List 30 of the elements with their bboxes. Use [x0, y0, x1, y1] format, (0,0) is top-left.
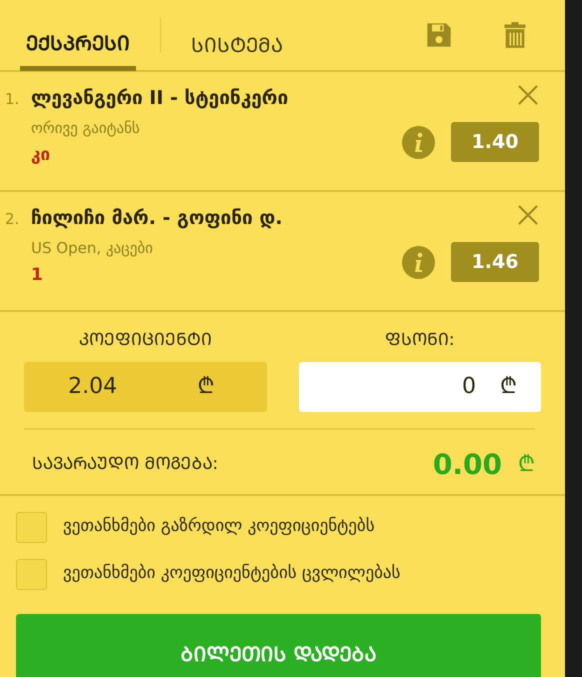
save-icon[interactable]: [425, 21, 453, 49]
market-name: ორივე გაიტანს: [31, 118, 141, 138]
stake-field[interactable]: 0 ₾: [298, 362, 541, 412]
potential-win-label: ᲡᲐᲕᲐᲠᲐᲣᲓᲝ ᲛᲝᲒᲔᲑᲐ:: [32, 452, 218, 476]
match-title: ლევანგერი II - სტეინკერი: [31, 86, 290, 111]
market-name: US Open, კაცები: [31, 238, 154, 258]
close-icon[interactable]: [517, 84, 539, 106]
selection: კი: [31, 144, 52, 167]
checkbox[interactable]: [16, 558, 47, 590]
coefficient-field[interactable]: 2.04 ₾: [24, 362, 266, 412]
info-icon[interactable]: [402, 126, 435, 158]
checkbox-label: ვეთანხმები გაზრდილ კოეფიციენტებს: [63, 515, 375, 538]
value: 0: [462, 373, 476, 401]
currency-symbol: ₾: [500, 373, 517, 401]
checkbox[interactable]: [16, 512, 47, 542]
info-icon[interactable]: [402, 246, 435, 278]
currency-symbol: ₾: [197, 373, 214, 401]
value: 2.04: [68, 373, 118, 401]
field-label: ᲤᲡᲝᲜᲘ:: [384, 329, 456, 352]
currency-symbol: ₾: [518, 451, 535, 479]
tab[interactable]: ᲔᲥᲡᲞᲠᲔᲡᲘ: [20, 0, 136, 71]
bet-number: 1.: [5, 89, 20, 110]
field-label: ᲙᲝᲔᲤᲘᲪᲘᲔᲜᲢᲘ: [78, 329, 213, 352]
close-icon[interactable]: [517, 204, 539, 226]
match-title: ჩილიჩი მარ. - გოფინი დ.: [31, 206, 284, 231]
tab[interactable]: ᲡᲘᲡᲢᲔᲛᲐ: [185, 0, 289, 71]
checkbox-label: ვეთანხმები კოეფიციენტების ცვლილებას: [63, 562, 400, 586]
selection: 1: [31, 264, 44, 287]
potential-win-value: 0.00: [432, 446, 502, 482]
bet-number: 2.: [5, 209, 20, 230]
